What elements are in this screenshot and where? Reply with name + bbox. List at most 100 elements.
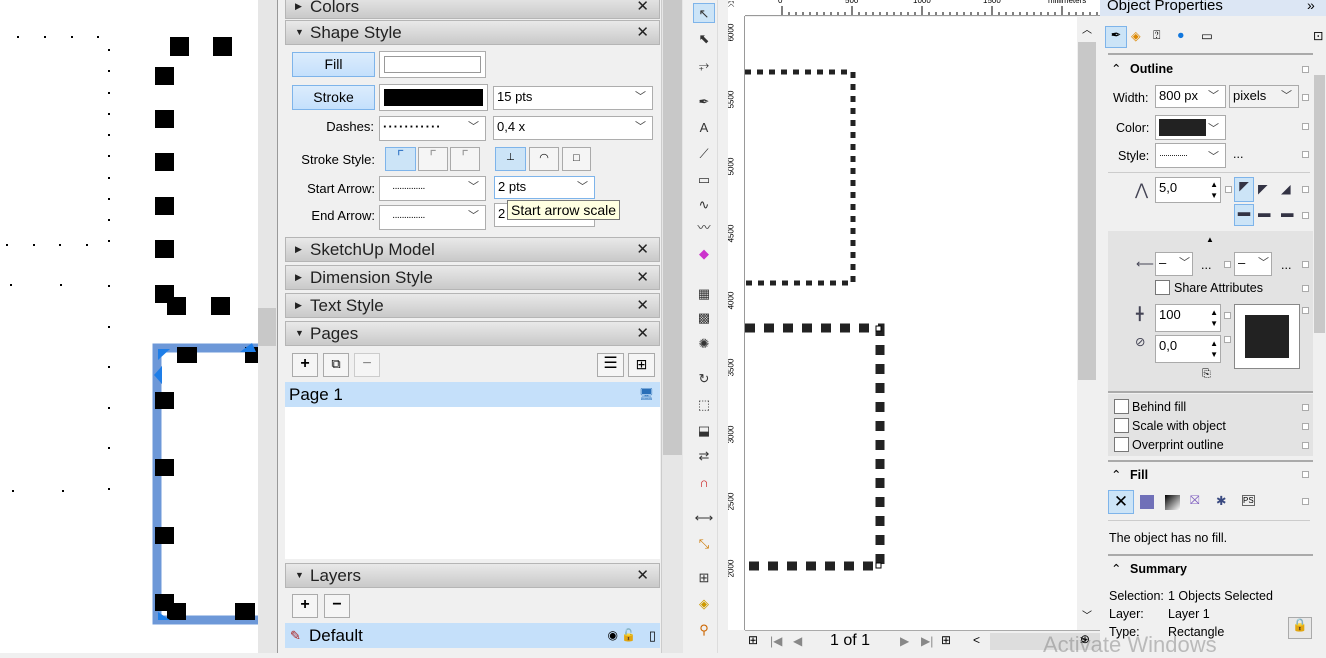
- panel-text-style-header[interactable]: ▶ Text Style ✕: [285, 293, 660, 318]
- fill-button[interactable]: Fill: [292, 52, 375, 77]
- fill-tool-icon[interactable]: ◈: [693, 594, 715, 614]
- contour-tool-icon[interactable]: ⥅: [693, 55, 715, 75]
- panel-sketchup-model-header[interactable]: ▶ SketchUp Model ✕: [285, 237, 660, 262]
- no-fill-button[interactable]: ✕: [1108, 490, 1134, 514]
- extrude-tool-icon[interactable]: ⬚: [693, 395, 715, 415]
- start-arrow-select[interactable]: ·············· ﹀: [379, 176, 486, 201]
- fill-tab-icon[interactable]: ◈: [1131, 28, 1141, 43]
- miter-limit-input[interactable]: 5,0 ▲ ▼: [1155, 177, 1221, 203]
- close-icon[interactable]: ✕: [636, 564, 649, 587]
- freehand-tool-icon[interactable]: 〰: [693, 218, 715, 238]
- postscript-fill-icon[interactable]: PS: [1242, 495, 1255, 506]
- page-item[interactable]: Page 1 🖥: [285, 382, 660, 407]
- remove-page-button[interactable]: −: [354, 353, 380, 377]
- panel-shape-style-header[interactable]: ▼ Shape Style ✕: [285, 20, 660, 45]
- rectangle-tool-icon[interactable]: ▭: [693, 170, 715, 190]
- outline-width-select[interactable]: 800 px ﹀: [1155, 85, 1226, 108]
- close-icon[interactable]: ✕: [636, 294, 649, 317]
- lock-checkbox[interactable]: [1302, 404, 1309, 411]
- nib-preview[interactable]: [1234, 304, 1300, 369]
- fill-color-swatch[interactable]: [379, 51, 486, 78]
- close-icon[interactable]: ✕: [636, 322, 649, 345]
- cap-round-button[interactable]: ◠: [529, 147, 559, 171]
- scroll-down-icon[interactable]: ﹀: [1082, 607, 1092, 622]
- curve-tool-icon[interactable]: ∿: [693, 195, 715, 215]
- list-view-button[interactable]: ☰: [597, 353, 624, 377]
- lock-icon[interactable]: 🔓: [621, 623, 636, 648]
- lock-checkbox[interactable]: [1302, 261, 1309, 268]
- close-icon[interactable]: ✕: [636, 266, 649, 289]
- lock-checkbox[interactable]: [1302, 442, 1309, 449]
- duplicate-page-button[interactable]: ⧉: [323, 353, 349, 377]
- add-page-button[interactable]: +: [292, 353, 318, 377]
- color-icon[interactable]: ▯: [649, 623, 656, 648]
- cap-round-icon[interactable]: ▬: [1258, 206, 1271, 220]
- outline-color-picker[interactable]: ﹀: [1155, 115, 1226, 140]
- lock-checkbox[interactable]: [1302, 498, 1309, 505]
- stroke-color-swatch[interactable]: [379, 84, 488, 111]
- layer-item[interactable]: ✎ Default ◉ 🔓 ▯: [285, 623, 660, 648]
- scroll-left-icon[interactable]: <: [973, 633, 980, 647]
- lock-checkbox[interactable]: [1302, 151, 1309, 158]
- flip-tool-icon[interactable]: ⇄: [693, 446, 715, 466]
- share-attributes-checkbox[interactable]: [1155, 280, 1170, 295]
- text-tool-icon[interactable]: A: [693, 118, 715, 138]
- close-icon[interactable]: ✕: [636, 21, 649, 44]
- shape-tool-icon[interactable]: ✺: [693, 334, 715, 354]
- connector-tool-icon[interactable]: ⤡: [693, 534, 715, 554]
- dashes-select[interactable]: ··········· ﹀: [379, 116, 486, 141]
- lock-checkbox[interactable]: [1302, 94, 1309, 101]
- join-miter-button[interactable]: ⌜: [385, 147, 416, 171]
- left-canvas[interactable]: [0, 0, 272, 653]
- lock-checkbox[interactable]: [1225, 186, 1232, 193]
- ruler-origin[interactable]: ⤧: [728, 0, 745, 16]
- table-tool-icon[interactable]: ▦: [693, 284, 715, 304]
- uniform-fill-icon[interactable]: [1140, 495, 1154, 509]
- overprint-outline-checkbox[interactable]: [1114, 437, 1129, 452]
- angle-input[interactable]: 0,0 ▲ ▼: [1155, 335, 1221, 363]
- canvas-vertical-scrollbar[interactable]: ︿ ﹀: [1077, 17, 1097, 630]
- stroke-button[interactable]: Stroke: [292, 85, 375, 110]
- end-arrow-options[interactable]: ...: [1281, 258, 1291, 272]
- cap-flat-button[interactable]: ⊥: [495, 147, 526, 171]
- first-page-icon[interactable]: |◀: [770, 634, 782, 648]
- add-layer-button[interactable]: +: [292, 594, 318, 618]
- align-tool-icon[interactable]: ⬓: [693, 421, 715, 441]
- scroll-up-icon[interactable]: ︿: [1082, 21, 1092, 36]
- pick-tool-icon[interactable]: ↖: [693, 3, 715, 23]
- lock-checkbox[interactable]: [1302, 307, 1309, 314]
- lock-checkbox[interactable]: [1302, 471, 1309, 478]
- pen-tool-icon[interactable]: ✒: [693, 92, 715, 112]
- last-page-icon[interactable]: ▶|: [921, 634, 933, 648]
- corner-bevel-icon[interactable]: ◢: [1281, 181, 1291, 196]
- panel-dimension-style-header[interactable]: ▶ Dimension Style ✕: [285, 265, 660, 290]
- corner-miter-button[interactable]: ◤: [1234, 177, 1254, 202]
- lock-checkbox[interactable]: [1302, 123, 1309, 130]
- panel-colors-header[interactable]: ▶ Colors ✕: [285, 0, 660, 19]
- lock-checkbox[interactable]: [1302, 212, 1309, 219]
- end-arrow-select[interactable]: ·············· ﹀: [379, 205, 486, 230]
- node-tool-icon[interactable]: ⬉: [693, 29, 715, 49]
- close-icon[interactable]: ✕: [636, 238, 649, 261]
- panel-pages-header[interactable]: ▼ Pages ✕: [285, 321, 660, 346]
- cap-flat-button[interactable]: ▬: [1234, 204, 1254, 226]
- lock-checkbox[interactable]: [1302, 423, 1309, 430]
- pin-icon[interactable]: ⊡: [1313, 28, 1323, 43]
- drawing-canvas[interactable]: [745, 17, 1077, 630]
- dash-scale-select[interactable]: 0,4 x ﹀: [493, 116, 653, 140]
- outline-tab[interactable]: ✒: [1105, 26, 1127, 48]
- rotate-tool-icon[interactable]: ↻: [693, 369, 715, 389]
- units-select[interactable]: pixels ﹀: [1229, 85, 1299, 108]
- start-arrow-options[interactable]: ...: [1201, 258, 1211, 272]
- next-page-icon[interactable]: ▶: [900, 634, 909, 648]
- lock-object-button[interactable]: 🔒: [1288, 617, 1312, 639]
- reset-nib-icon[interactable]: ⎘: [1202, 368, 1211, 381]
- more-styles-button[interactable]: ...: [1233, 147, 1243, 161]
- summary-tab-icon[interactable]: ⍰: [1153, 28, 1161, 43]
- cap-square-icon[interactable]: ▬: [1281, 206, 1294, 220]
- eraser-tool-icon[interactable]: ◆: [693, 244, 715, 264]
- outline-style-select[interactable]: ·············· ﹀: [1155, 143, 1226, 168]
- internet-tab-icon[interactable]: ●: [1177, 28, 1185, 42]
- panel-scrollbar[interactable]: [661, 0, 683, 653]
- close-icon[interactable]: ✕: [636, 0, 649, 18]
